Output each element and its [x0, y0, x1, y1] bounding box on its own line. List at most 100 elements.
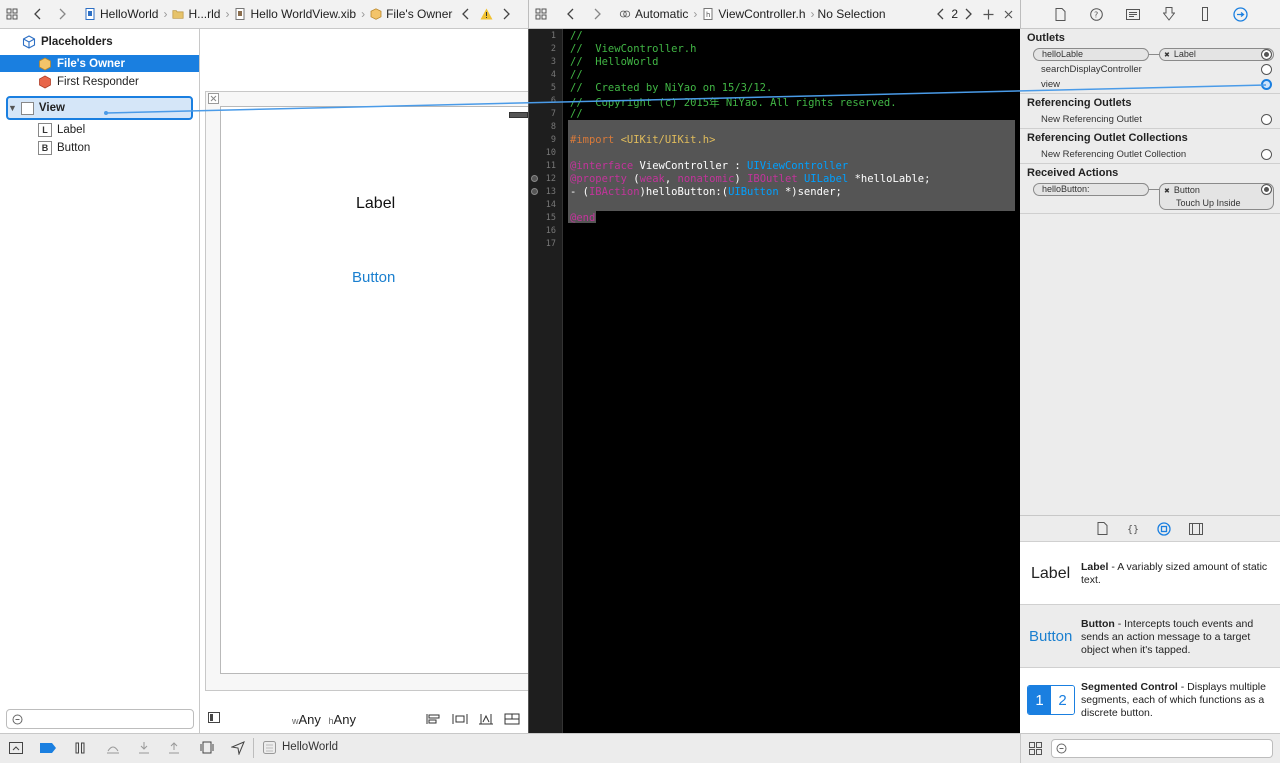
- next-issue-icon[interactable]: [496, 4, 516, 24]
- forward-arrow-icon[interactable]: [52, 4, 72, 24]
- file-template-library-icon[interactable]: [1097, 522, 1108, 535]
- outline-placeholders[interactable]: Placeholders: [0, 33, 199, 51]
- disconnect-x-icon[interactable]: ✖: [1164, 52, 1170, 59]
- action-connected-circle[interactable]: [1261, 184, 1272, 195]
- close-assistant-icon[interactable]: [998, 4, 1018, 24]
- assistant-file-label: ViewController.h: [718, 7, 806, 21]
- resizing-behavior-icon[interactable]: [504, 713, 520, 725]
- code-line: // Copyright (c) 2015年 NiYao. All rights…: [570, 97, 897, 109]
- code-token: ,: [664, 173, 672, 185]
- align-icon[interactable]: [426, 713, 442, 725]
- assistant-mode-menu[interactable]: Automatic: [617, 7, 688, 21]
- related-items-grid-icon[interactable]: [531, 4, 551, 24]
- button-preview: Button: [1029, 628, 1073, 645]
- svg-text:?: ?: [1094, 10, 1098, 19]
- project-icon: [85, 8, 95, 20]
- inspector-tab-bar: ?: [1020, 0, 1280, 29]
- library-item-segmented-control[interactable]: 1 2 Segmented Control - Displays multipl…: [1020, 668, 1280, 734]
- previous-issue-icon[interactable]: [456, 4, 476, 24]
- button-object-icon: B: [38, 141, 52, 155]
- outlet-searchDisplayController: searchDisplayController: [1041, 64, 1142, 75]
- warning-icon[interactable]: [476, 4, 496, 24]
- identity-inspector-icon[interactable]: [1123, 4, 1143, 24]
- code-line: // Created by NiYao on 15/3/12.: [570, 82, 773, 94]
- referencing-collections-heading: Referencing Outlet Collections: [1027, 132, 1188, 144]
- step-out-icon[interactable]: [168, 741, 180, 754]
- outline-files-owner[interactable]: File's Owner: [0, 55, 199, 72]
- assistant-code-editor[interactable]: 1 2 3 4 5 6 7 8 9 10 11 12 13 14 15 16 1…: [528, 29, 1020, 733]
- breadcrumb-file[interactable]: Hello WorldView.xib: [232, 7, 356, 21]
- disclosure-triangle-icon[interactable]: ▼: [8, 103, 17, 113]
- counterpart-counter: 2: [951, 7, 958, 21]
- canvas-label[interactable]: Label: [356, 195, 395, 213]
- outlet-connected-circle[interactable]: [1261, 49, 1272, 60]
- outline-label[interactable]: L Label: [0, 121, 199, 139]
- back-arrow-icon[interactable]: [28, 4, 48, 24]
- hide-debug-area-icon[interactable]: [9, 742, 23, 754]
- disconnect-x-icon[interactable]: ✖: [1164, 188, 1170, 195]
- library-item-button[interactable]: Button Button - Intercepts touch events …: [1020, 605, 1280, 668]
- outlet-empty-circle[interactable]: [1261, 64, 1272, 75]
- assistant-file-crumb[interactable]: h ViewController.h: [700, 7, 806, 21]
- line-number: 9: [550, 135, 556, 145]
- root-view[interactable]: Label Button: [220, 106, 530, 674]
- media-library-icon[interactable]: [1189, 522, 1203, 535]
- document-outline-toggle-icon[interactable]: [208, 712, 220, 723]
- step-over-icon[interactable]: [106, 742, 120, 754]
- related-items-grid-icon[interactable]: [2, 4, 22, 24]
- pause-icon[interactable]: [74, 742, 86, 754]
- header-file-icon: h: [703, 8, 713, 20]
- outlet-view-dragging-circle[interactable]: [1261, 79, 1272, 90]
- breadcrumb-object[interactable]: File's Owner: [368, 7, 452, 21]
- code-snippet-library-icon[interactable]: {}: [1126, 522, 1139, 536]
- attributes-inspector-icon[interactable]: [1159, 4, 1179, 24]
- new-referencing-collection: New Referencing Outlet Collection: [1041, 149, 1187, 160]
- step-into-icon[interactable]: [138, 741, 150, 754]
- referencing-outlet-circle[interactable]: [1261, 114, 1272, 125]
- object-library-icon[interactable]: [1157, 521, 1171, 536]
- outlet-target-pill[interactable]: ✖ Label: [1159, 48, 1274, 61]
- breadcrumb-group[interactable]: H...rld: [170, 7, 220, 21]
- next-counterpart-icon[interactable]: [958, 4, 978, 24]
- outline-button[interactable]: B Button: [0, 139, 199, 157]
- label-object-icon: L: [38, 123, 52, 137]
- filter-search-icon: [1056, 743, 1067, 754]
- quick-help-icon[interactable]: ?: [1087, 4, 1107, 24]
- outline-view[interactable]: ▼ View: [0, 99, 199, 117]
- add-assistant-icon[interactable]: [978, 4, 998, 24]
- connection-dot-icon[interactable]: [531, 175, 538, 182]
- size-class-control[interactable]: wAny hAny: [292, 712, 356, 727]
- breadcrumb-project[interactable]: HelloWorld: [82, 7, 158, 21]
- line-number: 2: [550, 44, 556, 54]
- svg-text:{}: {}: [1127, 525, 1139, 536]
- simulate-location-icon[interactable]: [231, 741, 245, 755]
- connections-inspector-icon[interactable]: [1231, 4, 1251, 24]
- canvas-button[interactable]: Button: [352, 269, 395, 286]
- file-inspector-icon[interactable]: [1051, 4, 1071, 24]
- previous-counterpart-icon[interactable]: [931, 4, 951, 24]
- size-inspector-icon[interactable]: [1195, 4, 1215, 24]
- referencing-collection-circle[interactable]: [1261, 149, 1272, 160]
- pin-icon[interactable]: [452, 713, 468, 725]
- library-filter-field[interactable]: [1051, 739, 1273, 758]
- view-debugger-icon[interactable]: [200, 741, 214, 754]
- outline-filter-field[interactable]: [6, 709, 194, 729]
- scene-close-icon[interactable]: [208, 93, 219, 104]
- action-target-pill[interactable]: ✖ Button Touch Up Inside: [1159, 183, 1274, 210]
- code-token: ): [734, 173, 741, 185]
- breakpoints-icon[interactable]: [40, 743, 56, 753]
- breadcrumb-group-label: H...rld: [188, 7, 221, 21]
- code-line-import: #import <UIKit/UIKit.h>: [570, 134, 715, 146]
- library-item-label[interactable]: Label Label - A variably sized amount of…: [1020, 542, 1280, 605]
- assistant-selection-crumb[interactable]: No Selection: [818, 7, 886, 21]
- back-arrow-icon[interactable]: [561, 4, 581, 24]
- connection-dot-icon[interactable]: [531, 188, 538, 195]
- line-number: 4: [550, 70, 556, 80]
- files-owner-cube-icon: [38, 57, 52, 71]
- outline-first-responder[interactable]: First Responder: [0, 73, 199, 91]
- library-grid-view-icon[interactable]: [1029, 742, 1042, 755]
- view-icon: [21, 101, 35, 115]
- resolve-issues-icon[interactable]: [478, 713, 494, 725]
- svg-text:h: h: [706, 11, 710, 19]
- forward-arrow-icon[interactable]: [587, 4, 607, 24]
